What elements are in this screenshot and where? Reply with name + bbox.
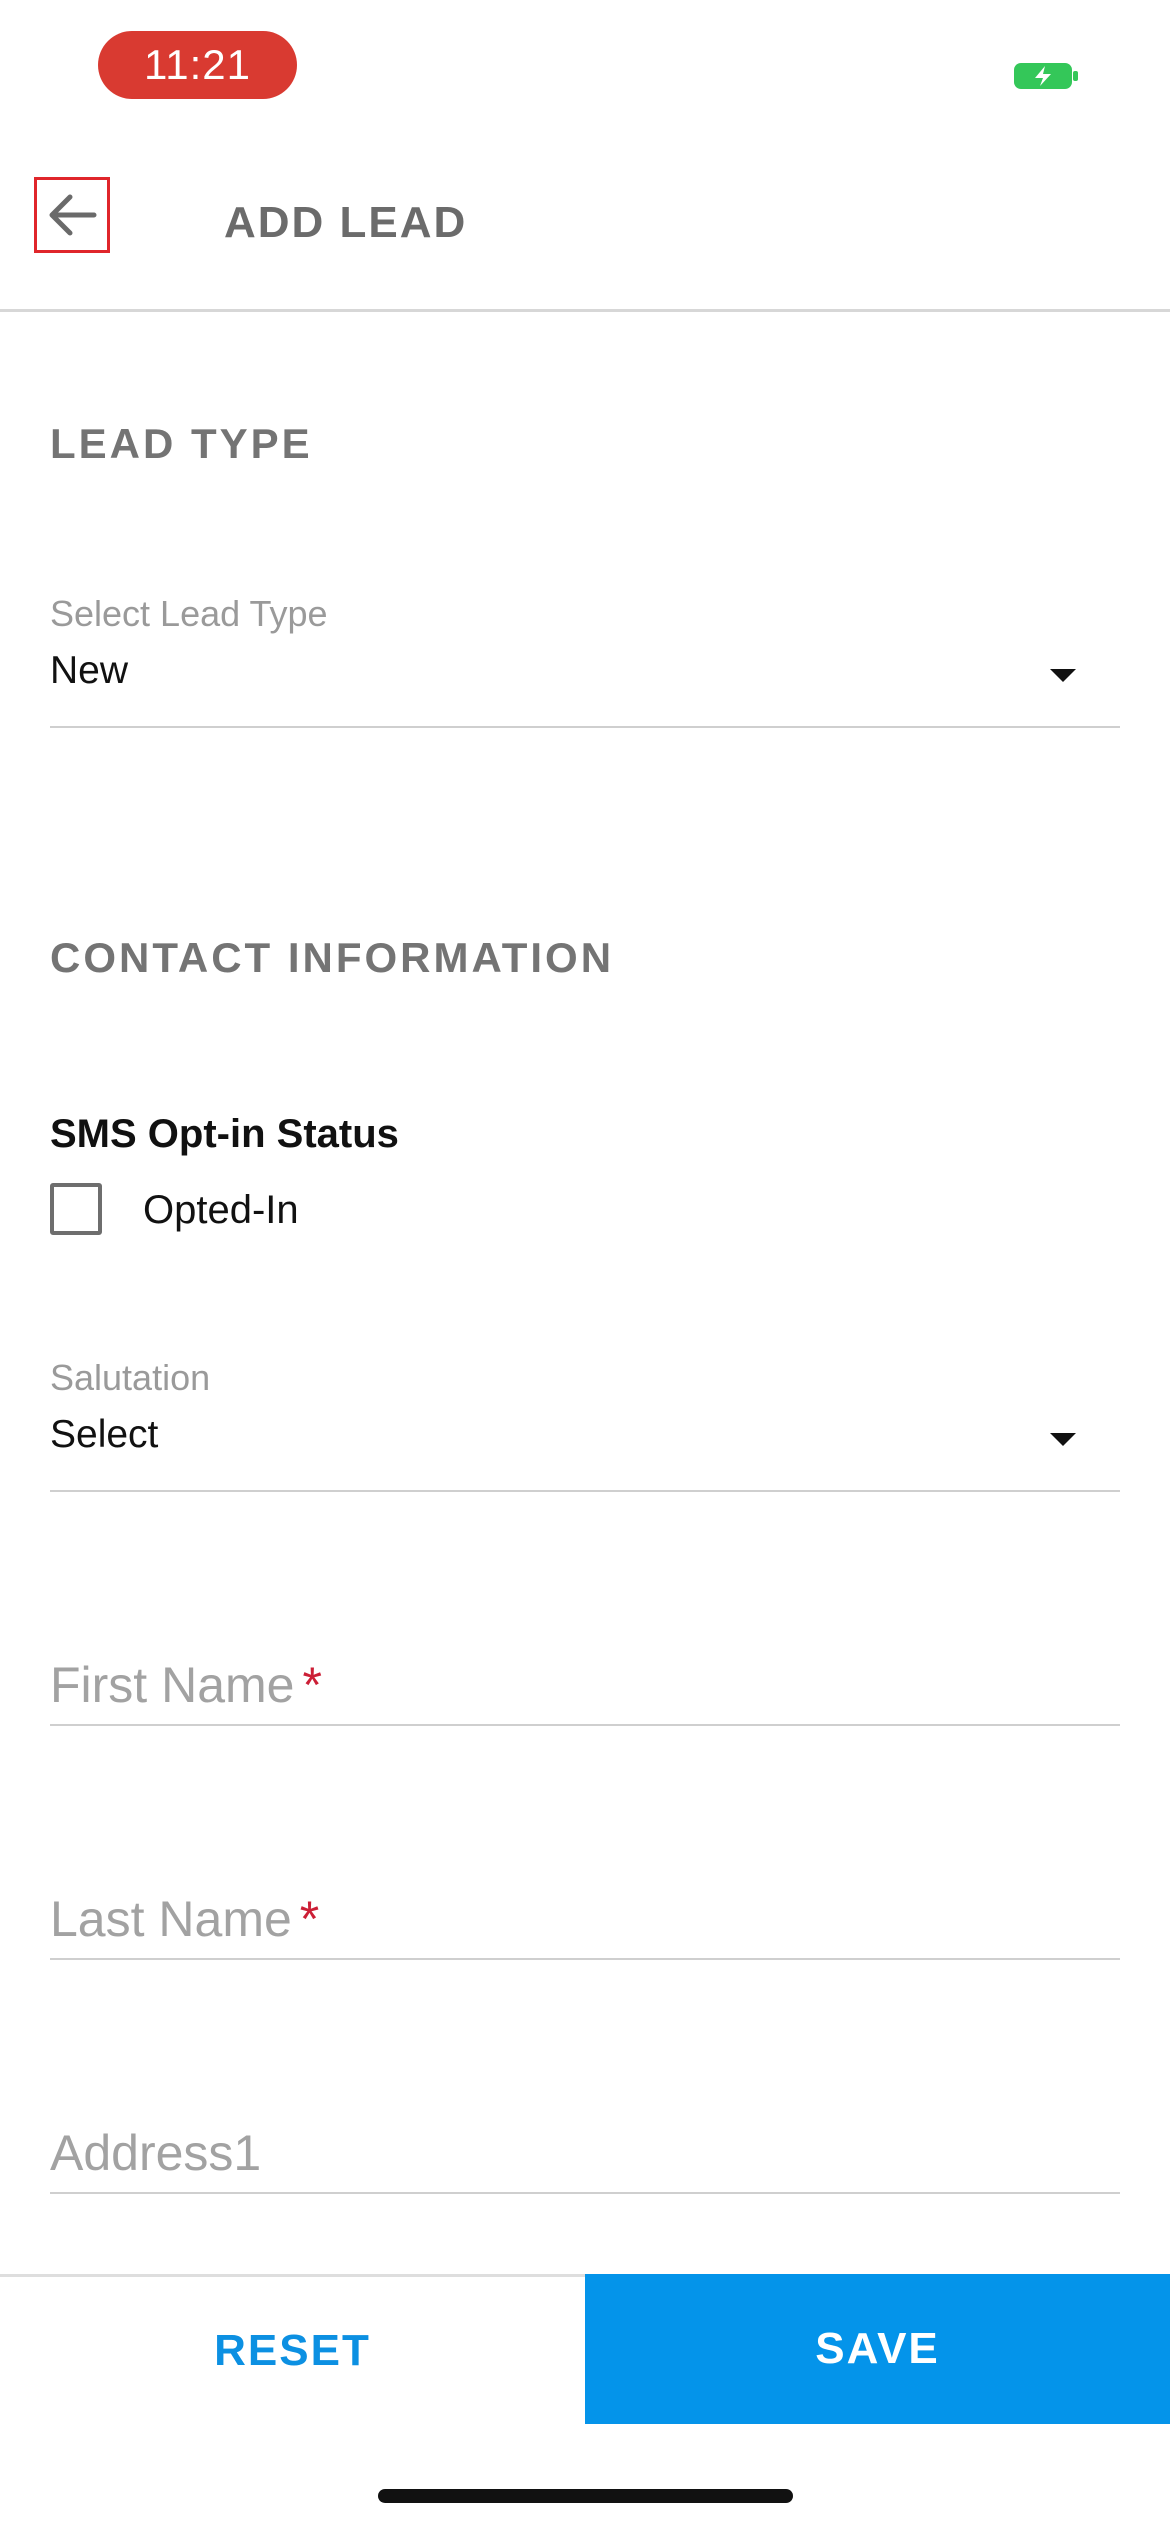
lead-type-select[interactable]: Select Lead Type New bbox=[50, 585, 1120, 728]
lead-type-heading: LEAD TYPE bbox=[50, 420, 313, 467]
page-title: ADD LEAD bbox=[224, 198, 468, 247]
contact-information-heading: CONTACT INFORMATION bbox=[50, 934, 615, 981]
action-bar: RESET SAVE bbox=[0, 2274, 1170, 2424]
back-button[interactable] bbox=[34, 177, 110, 253]
first-name-placeholder: First Name * bbox=[50, 1657, 322, 1713]
sms-opt-in-status-label: SMS Opt-in Status bbox=[50, 1112, 399, 1156]
home-indicator[interactable] bbox=[378, 2489, 793, 2503]
opted-in-label[interactable]: Opted-In bbox=[143, 1188, 299, 1233]
last-name-placeholder: Last Name * bbox=[50, 1891, 320, 1947]
battery-charging-icon bbox=[1014, 63, 1078, 89]
reset-button[interactable]: RESET bbox=[0, 2277, 585, 2424]
time-display: 11:21 bbox=[98, 31, 297, 99]
chevron-down-icon bbox=[1050, 669, 1076, 682]
chevron-down-icon bbox=[1050, 1433, 1076, 1446]
status-bar: 11:21 bbox=[0, 0, 1170, 150]
lead-type-value: New bbox=[50, 649, 129, 692]
salutation-select[interactable]: Salutation Select bbox=[50, 1349, 1120, 1492]
address1-placeholder: Address1 bbox=[50, 2125, 262, 2181]
save-button[interactable]: SAVE bbox=[585, 2274, 1170, 2424]
opted-in-checkbox[interactable] bbox=[50, 1183, 102, 1235]
required-marker: * bbox=[299, 1891, 320, 1947]
app-header: ADD LEAD bbox=[0, 150, 1170, 312]
salutation-value: Select bbox=[50, 1413, 159, 1456]
salutation-label: Salutation bbox=[50, 1357, 211, 1398]
address1-field[interactable]: Address1 bbox=[50, 2098, 1120, 2194]
last-name-field[interactable]: Last Name * bbox=[50, 1864, 1120, 1960]
required-marker: * bbox=[302, 1657, 322, 1713]
first-name-field[interactable]: First Name * bbox=[50, 1630, 1120, 1726]
back-arrow-icon bbox=[49, 194, 97, 236]
lead-type-label: Select Lead Type bbox=[50, 593, 328, 634]
